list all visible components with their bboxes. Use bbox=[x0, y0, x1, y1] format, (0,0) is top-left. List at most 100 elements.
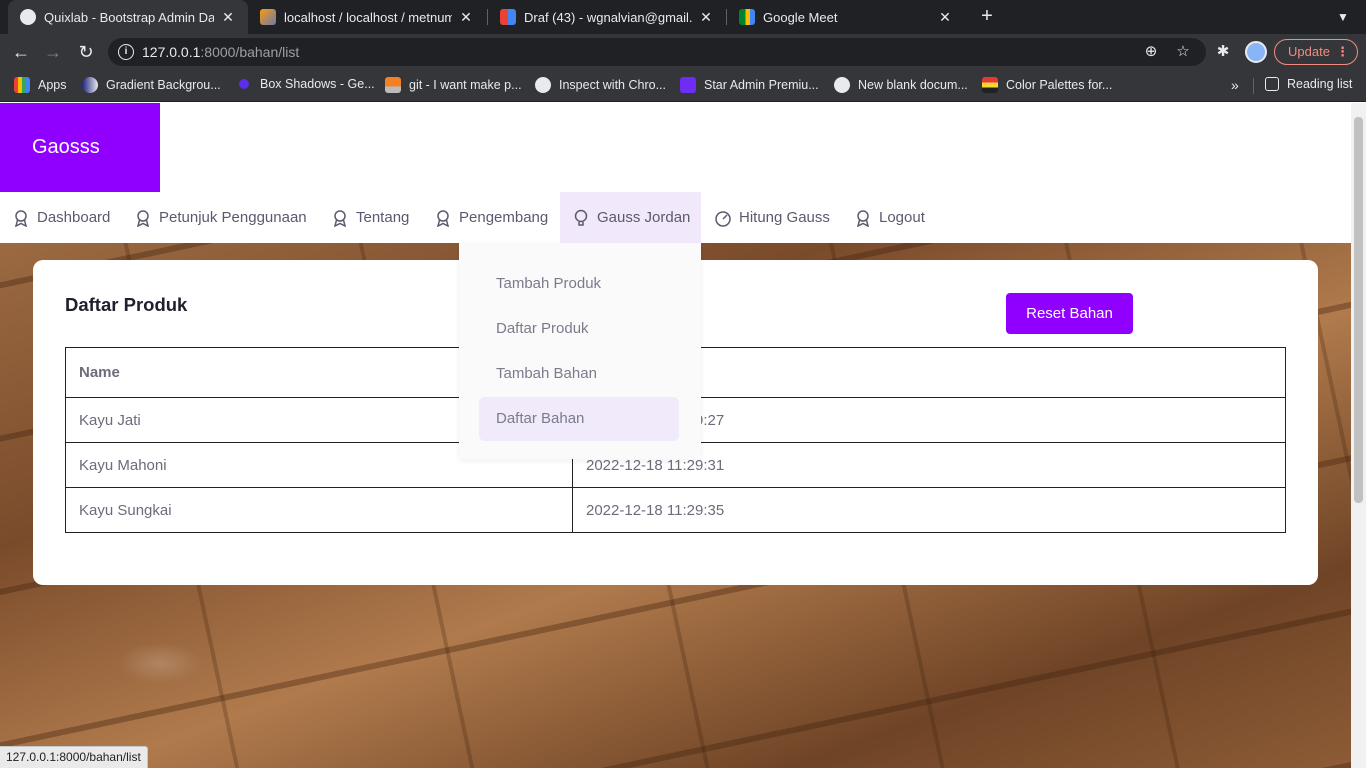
table-row: Kayu Sungkai 2022-12-18 11:29:35 bbox=[65, 487, 1286, 533]
nav-gauss-jordan[interactable]: Gauss Jordan bbox=[560, 192, 701, 243]
cell-name: Kayu Sungkai bbox=[65, 487, 573, 533]
bookmark-label: Apps bbox=[38, 78, 67, 92]
gradient-site-icon bbox=[82, 77, 98, 93]
bookmark-label: git - I want make p... bbox=[409, 78, 522, 92]
nav-label: Petunjuk Penggunaan bbox=[159, 209, 307, 226]
tab-google-meet[interactable]: Google Meet ✕ bbox=[727, 0, 965, 34]
more-vert-icon[interactable]: ⋮ bbox=[1336, 40, 1349, 64]
palette-icon bbox=[982, 77, 998, 93]
reading-list-icon bbox=[1265, 77, 1279, 91]
dropdown-item-daftar-produk[interactable]: Daftar Produk bbox=[479, 307, 679, 351]
close-icon[interactable]: ✕ bbox=[698, 9, 714, 26]
gmail-icon bbox=[500, 9, 516, 25]
nav-logout[interactable]: Logout bbox=[852, 192, 927, 243]
profile-avatar[interactable] bbox=[1245, 41, 1267, 63]
nav-dashboard[interactable]: Dashboard bbox=[10, 192, 112, 243]
bookmark-star-icon[interactable]: ☆ bbox=[1174, 43, 1192, 61]
bookmarks-separator bbox=[1253, 78, 1254, 94]
dot-site-icon bbox=[239, 79, 249, 89]
bookmark-inspect-chrome[interactable]: Inspect with Chro... bbox=[535, 77, 666, 93]
bookmark-label: Gradient Backgrou... bbox=[106, 78, 221, 92]
google-meet-icon bbox=[739, 9, 755, 25]
dropdown-item-tambah-produk[interactable]: Tambah Produk bbox=[479, 262, 679, 306]
tab-phpmyadmin[interactable]: localhost / localhost / metnum ✕ bbox=[248, 0, 486, 34]
award-icon bbox=[14, 209, 28, 227]
browser-toolbar: ← → ↻ i 127.0.0.1:8000/bahan/list ⊕ ☆ ✱ … bbox=[0, 34, 1366, 70]
gauss-jordan-dropdown: Tambah Produk Daftar Produk Tambah Bahan… bbox=[459, 243, 701, 459]
award-icon bbox=[136, 209, 150, 227]
bookmark-label: Color Palettes for... bbox=[1006, 78, 1113, 92]
cell-date: 2022-12-18 11:29:35 bbox=[572, 487, 1286, 533]
tab-title: Quixlab - Bootstrap Admin Dashboard bbox=[44, 9, 214, 25]
globe-icon bbox=[20, 9, 36, 25]
stackoverflow-icon bbox=[385, 77, 401, 93]
browser-tab-strip: Quixlab - Bootstrap Admin Dashboard ✕ lo… bbox=[0, 0, 1366, 34]
bookmark-star-admin[interactable]: Star Admin Premiu... bbox=[680, 77, 819, 93]
nav-label: Dashboard bbox=[37, 209, 111, 226]
award-icon bbox=[436, 209, 450, 227]
nav-label: Tentang bbox=[356, 209, 410, 226]
address-bar[interactable]: i 127.0.0.1:8000/bahan/list ⊕ ☆ bbox=[108, 38, 1206, 66]
nav-hitung-gauss[interactable]: Hitung Gauss bbox=[712, 192, 832, 243]
nav-label: Hitung Gauss bbox=[739, 209, 830, 226]
nav-petunjuk-penggunaan[interactable]: Petunjuk Penggunaan bbox=[132, 192, 309, 243]
bookmark-new-blank-document[interactable]: New blank docum... bbox=[834, 77, 968, 93]
scrollbar-thumb[interactable] bbox=[1354, 117, 1363, 503]
status-bar-url: 127.0.0.1:8000/bahan/list bbox=[0, 746, 148, 768]
reset-bahan-button[interactable]: Reset Bahan bbox=[1006, 293, 1133, 334]
nav-tentang[interactable]: Tentang bbox=[329, 192, 411, 243]
globe-icon bbox=[834, 77, 850, 93]
tab-search-chevron-icon[interactable]: ▼ bbox=[1334, 8, 1352, 26]
tab-title: localhost / localhost / metnum bbox=[284, 9, 452, 25]
tab-title: Draf (43) - wgnalvian@gmail.com bbox=[524, 9, 692, 25]
dropdown-item-tambah-bahan[interactable]: Tambah Bahan bbox=[479, 352, 679, 396]
new-tab-plus-icon[interactable]: + bbox=[976, 5, 998, 27]
update-button[interactable]: Update ⋮ bbox=[1274, 39, 1358, 65]
speedometer-icon bbox=[715, 210, 731, 227]
zoom-icon[interactable]: ⊕ bbox=[1142, 43, 1160, 61]
close-icon[interactable]: ✕ bbox=[458, 9, 474, 26]
bookmark-color-palettes[interactable]: Color Palettes for... bbox=[982, 77, 1112, 93]
nav-pengembang[interactable]: Pengembang bbox=[432, 192, 550, 243]
brand-name: Gaosss bbox=[32, 136, 100, 158]
bookmark-apps[interactable]: Apps bbox=[14, 77, 67, 93]
url-text[interactable]: 127.0.0.1:8000/bahan/list bbox=[142, 44, 299, 60]
dropdown-item-daftar-bahan[interactable]: Daftar Bahan bbox=[479, 397, 679, 441]
bootstrap-icon bbox=[680, 77, 696, 93]
more-bookmarks-chevron-icon[interactable]: » bbox=[1231, 77, 1239, 93]
tab-quixlab[interactable]: Quixlab - Bootstrap Admin Dashboard ✕ bbox=[8, 0, 248, 34]
bookmark-gradient-background[interactable]: Gradient Backgrou... bbox=[82, 77, 221, 93]
back-arrow-icon[interactable]: ← bbox=[9, 40, 33, 64]
bulb-icon bbox=[574, 209, 588, 226]
bookmark-box-shadows[interactable]: Box Shadows - Ge... bbox=[236, 77, 375, 91]
bookmark-label: New blank docum... bbox=[858, 78, 968, 92]
extensions-puzzle-icon[interactable]: ✱ bbox=[1213, 42, 1233, 62]
award-icon bbox=[333, 209, 347, 227]
url-path: :8000/bahan/list bbox=[200, 44, 300, 60]
nav-label: Gauss Jordan bbox=[597, 209, 691, 226]
url-host: 127.0.0.1 bbox=[142, 44, 201, 60]
brand-logo[interactable]: Gaosss bbox=[0, 103, 160, 192]
close-icon[interactable]: ✕ bbox=[937, 9, 953, 26]
bookmark-stackoverflow[interactable]: git - I want make p... bbox=[385, 77, 522, 93]
tab-title: Google Meet bbox=[763, 9, 838, 25]
card-title: Daftar Produk bbox=[65, 294, 188, 315]
nav-label: Logout bbox=[879, 209, 925, 226]
web-page: Gaosss Dashboard Petunjuk Penggunaan Ten… bbox=[0, 103, 1351, 768]
top-nav-menu: Dashboard Petunjuk Penggunaan Tentang Pe… bbox=[0, 192, 1351, 243]
site-info-icon[interactable]: i bbox=[118, 44, 134, 60]
reading-list-label: Reading list bbox=[1287, 77, 1353, 91]
reload-icon[interactable]: ↻ bbox=[74, 40, 98, 64]
reading-list[interactable]: Reading list bbox=[1265, 77, 1352, 91]
tab-gmail[interactable]: Draf (43) - wgnalvian@gmail.com ✕ bbox=[488, 0, 726, 34]
page-scrollbar[interactable] bbox=[1351, 103, 1366, 768]
update-label: Update bbox=[1288, 44, 1330, 59]
globe-icon bbox=[535, 77, 551, 93]
bookmarks-bar: Apps Gradient Backgrou... Box Shadows - … bbox=[0, 70, 1366, 102]
close-icon[interactable]: ✕ bbox=[220, 9, 236, 26]
bookmark-label: Box Shadows - Ge... bbox=[260, 77, 375, 91]
bookmark-label: Inspect with Chro... bbox=[559, 78, 666, 92]
forward-arrow-icon[interactable]: → bbox=[41, 40, 65, 64]
award-icon bbox=[856, 209, 870, 227]
apps-grid-icon bbox=[14, 77, 30, 93]
